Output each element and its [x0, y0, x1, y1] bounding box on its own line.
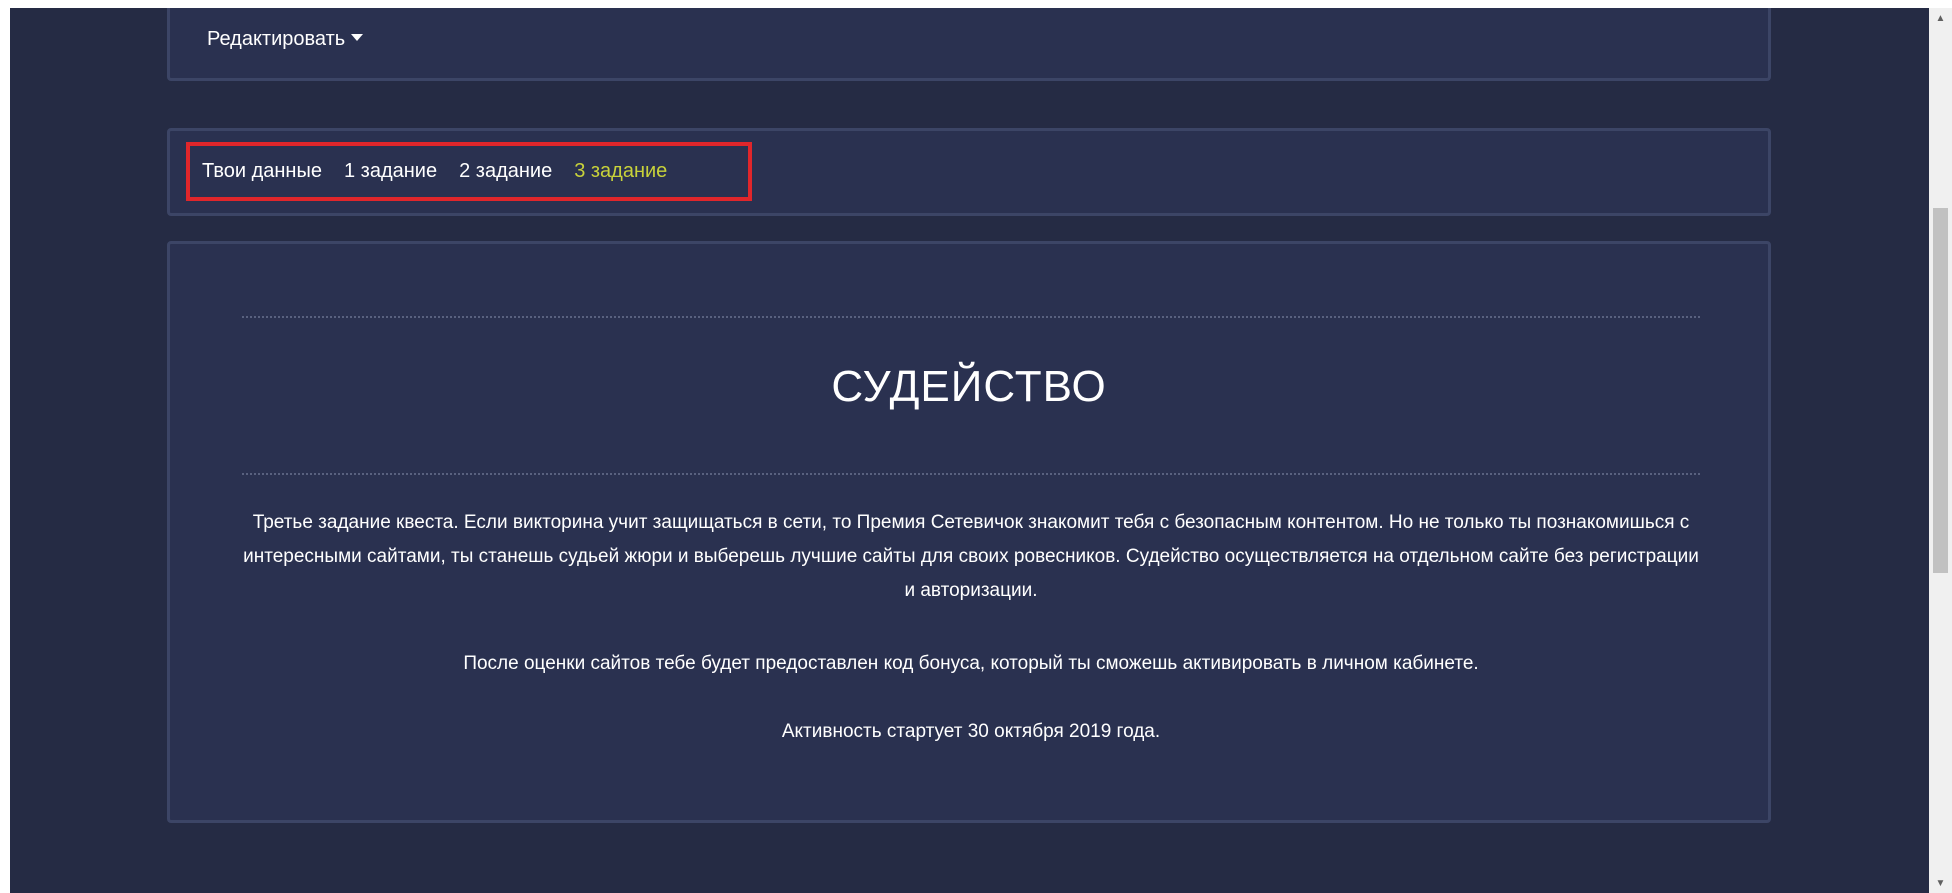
- caret-down-icon: [351, 34, 364, 41]
- header-panel: Редактировать: [167, 8, 1771, 81]
- vertical-scrollbar[interactable]: ▲ ▼: [1929, 8, 1952, 893]
- task-tabs-highlight: Твои данные 1 задание 2 задание 3 задани…: [186, 142, 752, 201]
- scroll-up-icon[interactable]: ▲: [1929, 8, 1952, 28]
- tab-task-1[interactable]: 1 задание: [344, 160, 437, 183]
- start-date-paragraph: Активность стартует 30 октября 2019 года…: [781, 721, 1161, 742]
- tab-task-2[interactable]: 2 задание: [459, 160, 552, 183]
- tab-task-3[interactable]: 3 задание: [574, 160, 667, 183]
- task-nav-panel: Твои данные 1 задание 2 задание 3 задани…: [167, 128, 1771, 216]
- scroll-thumb[interactable]: [1933, 208, 1948, 573]
- bonus-paragraph: После оценки сайтов тебе будет предостав…: [463, 653, 1479, 674]
- edit-dropdown[interactable]: Редактировать: [207, 28, 364, 51]
- scroll-down-icon[interactable]: ▼: [1929, 873, 1952, 893]
- description-paragraph: Третье задание квеста. Если викторина уч…: [243, 512, 1699, 601]
- tab-your-data[interactable]: Твои данные: [202, 160, 322, 183]
- page-title: СУДЕЙСТВО: [831, 362, 1107, 411]
- dotted-divider-top: [242, 316, 1700, 318]
- page-viewport: Редактировать Твои данные 1 задание 2 за…: [10, 8, 1929, 893]
- content-panel: СУДЕЙСТВО Третье задание квеста. Если ви…: [167, 241, 1771, 823]
- dotted-divider-bottom: [242, 473, 1700, 475]
- edit-dropdown-label: Редактировать: [207, 28, 346, 50]
